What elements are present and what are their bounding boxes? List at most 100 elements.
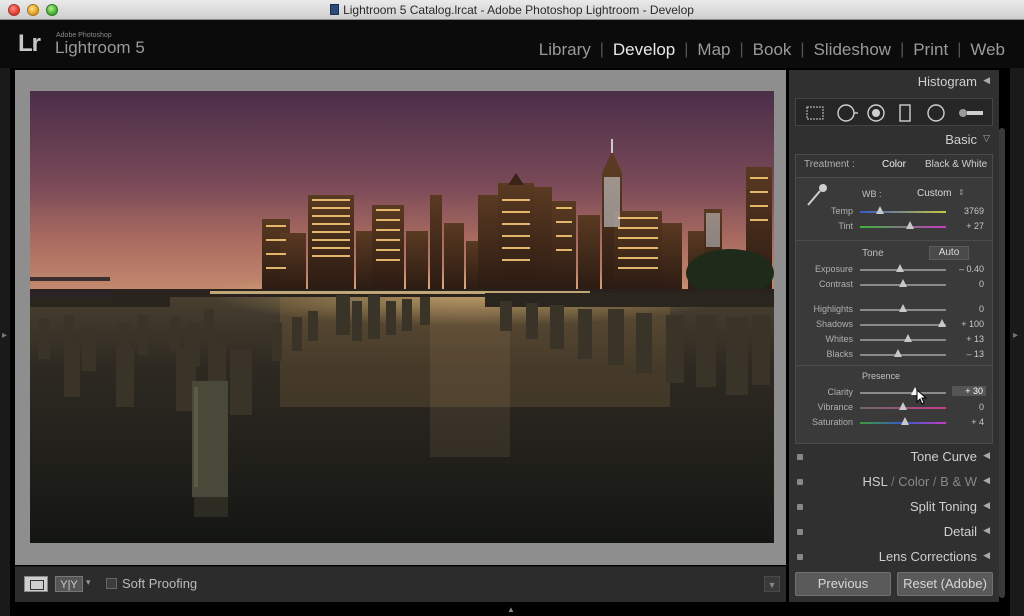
bw-tab[interactable]: B & W [940,474,977,489]
mouse-pointer-icon [916,389,928,405]
highlights-slider-thumb[interactable] [899,304,907,312]
adjustment-brush-icon[interactable] [956,105,986,121]
red-eye-icon[interactable] [866,103,886,123]
split-toning-panel-header[interactable]: Split Toning ◀ [789,495,999,520]
exposure-slider-thumb[interactable] [896,264,904,272]
photo-preview[interactable] [30,91,774,543]
expand-triangle-icon[interactable]: ◀ [983,500,990,511]
contrast-slider-thumb[interactable] [899,279,907,287]
collapse-triangle-icon[interactable]: ◀ [983,75,990,86]
wb-dropdown-arrows-icon[interactable]: ⇕ [958,188,965,197]
blacks-slider-track[interactable] [860,354,946,356]
toolbar-content-dropdown[interactable]: ▼ [764,576,780,592]
whites-label: Whites [825,334,853,344]
history-buttons: Previous Reset (Adobe) [789,568,999,602]
reset-button[interactable]: Reset (Adobe) [897,572,993,596]
saturation-value[interactable]: + 4 [954,417,984,427]
module-map[interactable]: Map [688,40,739,60]
exposure-value[interactable]: – 0.40 [954,264,984,274]
module-picker: Library | Develop | Map | Book | Slidesh… [530,40,1014,60]
tint-slider-thumb[interactable] [906,221,914,229]
divider [796,240,992,241]
module-slideshow[interactable]: Slideshow [805,40,901,60]
previous-button[interactable]: Previous [795,572,891,596]
tint-slider-track[interactable] [860,226,946,228]
highlights-value[interactable]: 0 [954,304,984,314]
panel-switch-icon[interactable] [797,454,803,460]
right-panel-scrollbar[interactable] [999,128,1005,598]
city-skyline-photo [30,91,774,543]
detail-panel-header[interactable]: Detail ◀ [789,520,999,545]
hsl-panel-header[interactable]: HSL / Color / B & W ◀ [789,470,999,495]
whites-slider-thumb[interactable] [904,334,912,342]
shadows-slider-thumb[interactable] [938,319,946,327]
module-book[interactable]: Book [744,40,801,60]
whites-value[interactable]: + 13 [954,334,984,344]
saturation-label: Saturation [811,417,853,427]
expand-triangle-icon[interactable]: ◀ [983,550,990,561]
right-panel-toggle-icon[interactable]: ▸ [1013,330,1018,341]
lens-corrections-title: Lens Corrections [878,549,977,564]
blacks-value[interactable]: – 13 [954,349,984,359]
left-panel-collapsed[interactable]: ▸ [0,68,10,616]
basic-panel-body: Treatment : Color Black & White WB : Cus… [795,154,993,444]
soft-proofing-checkbox[interactable] [106,578,117,589]
shadows-slider-track[interactable] [860,324,946,326]
treatment-bw-option[interactable]: Black & White [925,155,987,175]
expand-triangle-icon[interactable]: ◀ [983,525,990,536]
contrast-label: Contrast [818,279,853,289]
loupe-view-button[interactable] [24,576,48,592]
wb-label: WB : [862,189,882,199]
contrast-value[interactable]: 0 [954,279,984,289]
blacks-slider-thumb[interactable] [894,349,902,357]
panel-switch-icon[interactable] [797,554,803,560]
clarity-label: Clarity [827,387,853,397]
temp-label: Temp [830,206,853,216]
histogram-panel-header[interactable]: Histogram ◀ [789,70,999,95]
saturation-slider-thumb[interactable] [901,417,909,425]
temp-value[interactable]: 3769 [954,206,984,216]
tint-label: Tint [838,221,853,231]
whites-slider-track[interactable] [860,339,946,341]
module-library[interactable]: Library [530,40,600,60]
right-panel: Histogram ◀ Basic ▽ Treatment: Color Bl… [789,70,999,602]
filmstrip-toggle-icon[interactable]: ▲ [507,605,515,614]
wb-dropdown[interactable]: Custom [917,188,951,199]
expand-triangle-icon[interactable]: ◀ [983,450,990,461]
color-tab[interactable]: Color [898,474,929,489]
crop-overlay-icon[interactable] [806,105,824,121]
before-after-button[interactable]: Y|Y [55,576,83,592]
vibrance-slider-thumb[interactable] [899,402,907,410]
temp-slider-thumb[interactable] [876,206,884,214]
left-panel-toggle-icon[interactable]: ▸ [2,330,7,341]
graduated-filter-icon[interactable] [898,103,912,123]
soft-proofing-label: Soft Proofing [122,576,198,591]
module-develop[interactable]: Develop [604,40,684,60]
before-after-dropdown-icon[interactable]: ▾ [86,577,91,588]
shadows-value[interactable]: + 100 [954,319,984,329]
lens-corrections-panel-header[interactable]: Lens Corrections ◀ [789,545,999,570]
tone-curve-panel-header[interactable]: Tone Curve ◀ [789,445,999,470]
auto-tone-button[interactable]: Auto [929,246,969,260]
panel-switch-icon[interactable] [797,504,803,510]
clarity-value[interactable]: + 30 [952,386,986,396]
vibrance-value[interactable]: 0 [954,402,984,412]
radial-filter-icon[interactable] [926,103,946,123]
histogram-title: Histogram [917,74,977,89]
clarity-slider-track[interactable] [860,392,946,394]
detail-title: Detail [943,524,977,539]
basic-panel-header[interactable]: Basic ▽ [789,128,999,153]
hsl-tab[interactable]: HSL [863,474,888,489]
module-web[interactable]: Web [961,40,1014,60]
basic-collapse-icon[interactable]: ▽ [983,133,990,144]
catalog-file-icon [330,4,340,15]
panel-switch-icon[interactable] [797,479,803,485]
temp-slider-track[interactable] [860,211,946,213]
panel-switch-icon[interactable] [797,529,803,535]
treatment-color-option[interactable]: Color [882,155,906,175]
module-print[interactable]: Print [904,40,957,60]
expand-triangle-icon[interactable]: ◀ [983,475,990,486]
spot-removal-icon[interactable] [836,103,858,123]
window-titlebar: Lightroom 5 Catalog.lrcat - Adobe Photos… [0,0,1024,20]
tint-value[interactable]: + 27 [954,221,984,231]
